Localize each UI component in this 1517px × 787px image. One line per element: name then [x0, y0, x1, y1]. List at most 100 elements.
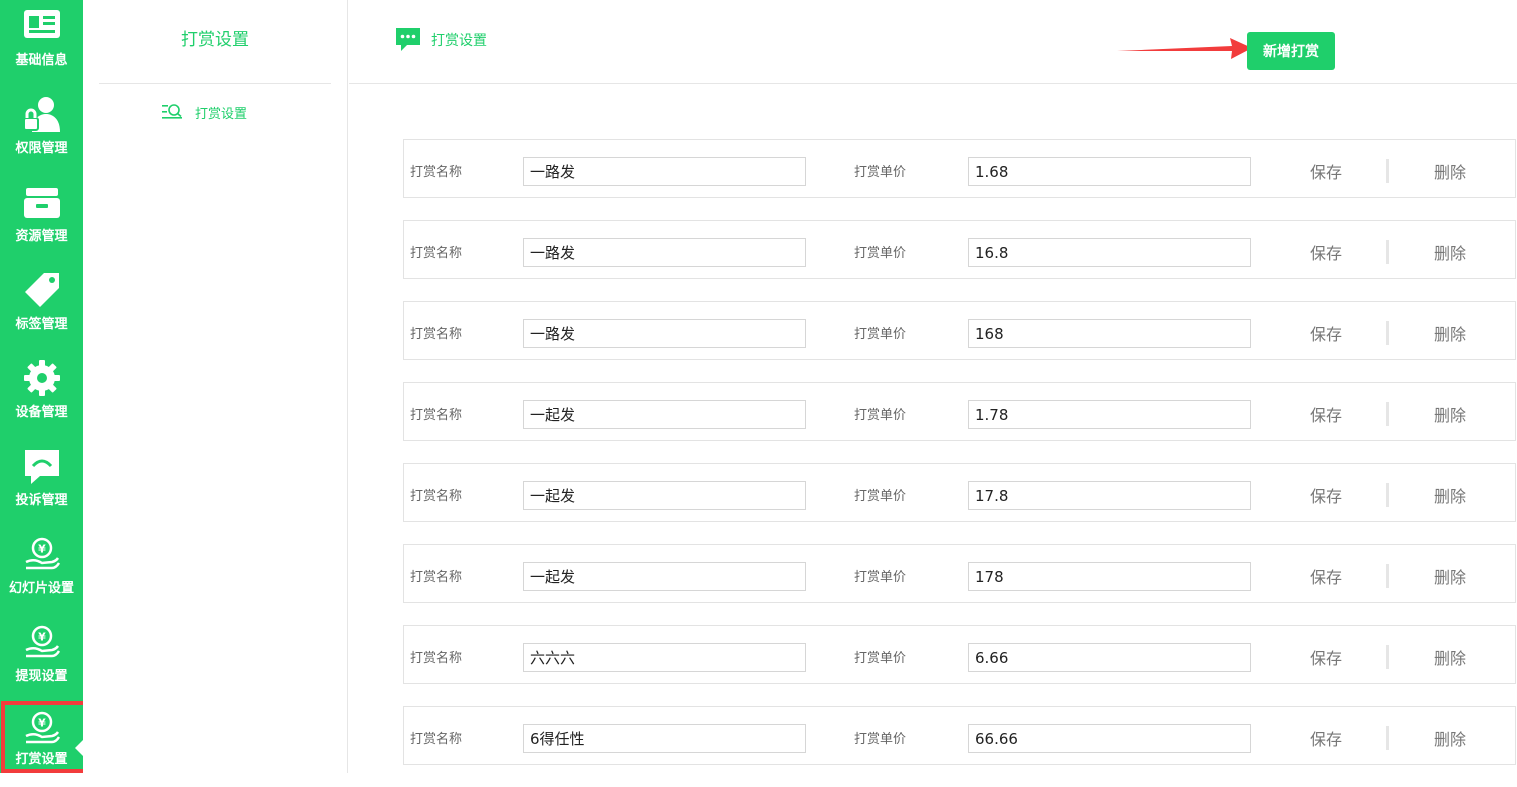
divider [1386, 321, 1389, 345]
reward-name-input[interactable] [523, 157, 806, 186]
reward-row: 打赏名称 打赏单价 保存 删除 [403, 544, 1516, 603]
tag-icon [24, 273, 59, 307]
svg-text:¥: ¥ [38, 543, 46, 556]
submenu-item-reward-settings[interactable]: 打赏设置 [161, 101, 247, 123]
save-button[interactable]: 保存 [1294, 402, 1358, 426]
svg-text:¥: ¥ [38, 631, 46, 644]
reward-price-input[interactable] [968, 724, 1251, 753]
divider [1386, 402, 1389, 426]
save-button[interactable]: 保存 [1294, 564, 1358, 588]
user-lock-icon [22, 97, 60, 132]
save-button[interactable]: 保存 [1294, 321, 1358, 345]
reward-price-label: 打赏单价 [854, 408, 907, 423]
add-reward-button[interactable]: 新增打赏 [1247, 32, 1335, 70]
red-arrow-annotation [1117, 38, 1252, 59]
nav-item-basic-info[interactable]: 基础信息 [0, 0, 83, 88]
reward-price-input[interactable] [968, 319, 1251, 348]
nav-label: 资源管理 [15, 229, 68, 244]
nav-item-slides[interactable]: ¥ 幻灯片设置 [0, 528, 83, 616]
gear-icon [23, 360, 60, 396]
delete-button[interactable]: 删除 [1418, 240, 1482, 264]
reward-name-label: 打赏名称 [410, 732, 463, 747]
reward-name-input[interactable] [523, 724, 806, 753]
reward-row: 打赏名称 打赏单价 保存 删除 [403, 301, 1516, 360]
drawer-icon [23, 188, 60, 218]
main-header: 打赏设置 新增打赏 [349, 0, 1517, 84]
nav-item-withdraw[interactable]: ¥ 提现设置 [0, 616, 83, 704]
delete-button[interactable]: 删除 [1418, 402, 1482, 426]
nav-label: 幻灯片设置 [8, 581, 74, 596]
reward-name-label: 打赏名称 [410, 651, 463, 666]
save-button[interactable]: 保存 [1294, 645, 1358, 669]
reward-name-input[interactable] [523, 400, 806, 429]
reward-name-label: 打赏名称 [410, 489, 463, 504]
divider [1386, 159, 1389, 183]
delete-button[interactable]: 删除 [1418, 564, 1482, 588]
reward-price-label: 打赏单价 [854, 246, 907, 261]
reward-price-label: 打赏单价 [854, 489, 907, 504]
reward-row: 打赏名称 打赏单价 保存 删除 [403, 463, 1516, 522]
reward-price-label: 打赏单价 [854, 651, 907, 666]
save-button[interactable]: 保存 [1294, 483, 1358, 507]
hand-coin-icon: ¥ [24, 711, 60, 744]
reward-row: 打赏名称 打赏单价 保存 删除 [403, 625, 1516, 684]
reward-row: 打赏名称 打赏单价 保存 删除 [403, 382, 1516, 441]
reward-price-label: 打赏单价 [854, 570, 907, 585]
reward-price-input[interactable] [968, 562, 1251, 591]
reward-price-label: 打赏单价 [854, 327, 907, 342]
chat-bubble-icon [24, 450, 59, 484]
reward-price-input[interactable] [968, 238, 1251, 267]
reward-name-input[interactable] [523, 562, 806, 591]
delete-button[interactable]: 删除 [1418, 159, 1482, 183]
reward-name-label: 打赏名称 [410, 327, 463, 342]
reward-price-label: 打赏单价 [854, 732, 907, 747]
reward-name-input[interactable] [523, 319, 806, 348]
nav-item-tags[interactable]: 标签管理 [0, 264, 83, 352]
hand-coin-icon: ¥ [24, 625, 60, 658]
reward-name-input[interactable] [523, 643, 806, 672]
submenu-title: 打赏设置 [99, 0, 331, 84]
reward-price-label: 打赏单价 [854, 165, 907, 180]
reward-name-label: 打赏名称 [410, 570, 463, 585]
nav-label: 设备管理 [15, 405, 68, 420]
delete-button[interactable]: 删除 [1418, 726, 1482, 750]
save-button[interactable]: 保存 [1294, 240, 1358, 264]
id-card-icon [23, 10, 60, 38]
reward-price-input[interactable] [968, 157, 1251, 186]
divider [1386, 726, 1389, 750]
nav-item-resources[interactable]: 资源管理 [0, 176, 83, 264]
delete-button[interactable]: 删除 [1418, 483, 1482, 507]
reward-price-input[interactable] [968, 400, 1251, 429]
page-title: 打赏设置 [431, 33, 487, 49]
nav-label: 基础信息 [15, 53, 68, 68]
divider [1386, 645, 1389, 669]
divider [1386, 483, 1389, 507]
reward-name-label: 打赏名称 [410, 246, 463, 261]
save-button[interactable]: 保存 [1294, 159, 1358, 183]
submenu-panel: 打赏设置 打赏设置 [83, 0, 348, 773]
nav-item-permissions[interactable]: 权限管理 [0, 88, 83, 176]
delete-button[interactable]: 删除 [1418, 645, 1482, 669]
reward-row: 打赏名称 打赏单价 保存 删除 [403, 706, 1516, 765]
reward-price-input[interactable] [968, 481, 1251, 510]
reward-name-label: 打赏名称 [410, 408, 463, 423]
active-indicator [75, 740, 83, 756]
delete-button[interactable]: 删除 [1418, 321, 1482, 345]
reward-list: 打赏名称 打赏单价 保存 删除 打赏名称 打赏单价 保存 删除 打赏名称 打赏单… [403, 139, 1516, 787]
left-nav: 基础信息 权限管理 资源管理 标签管理 设备管理 投诉管理 ¥ 幻灯片设置 ¥ … [0, 0, 83, 773]
reward-name-label: 打赏名称 [410, 165, 463, 180]
divider [1386, 564, 1389, 588]
nav-item-devices[interactable]: 设备管理 [0, 352, 83, 440]
save-button[interactable]: 保存 [1294, 726, 1358, 750]
reward-price-input[interactable] [968, 643, 1251, 672]
submenu-item-label: 打赏设置 [195, 106, 248, 122]
reward-name-input[interactable] [523, 238, 806, 267]
message-dots-icon [396, 28, 420, 51]
nav-label: 权限管理 [15, 141, 68, 156]
reward-row: 打赏名称 打赏单价 保存 删除 [403, 220, 1516, 279]
nav-label: 打赏设置 [15, 752, 68, 767]
nav-label: 提现设置 [15, 669, 68, 684]
nav-item-reward[interactable]: ¥ 打赏设置 [0, 704, 83, 773]
nav-item-complaints[interactable]: 投诉管理 [0, 440, 83, 528]
reward-name-input[interactable] [523, 481, 806, 510]
